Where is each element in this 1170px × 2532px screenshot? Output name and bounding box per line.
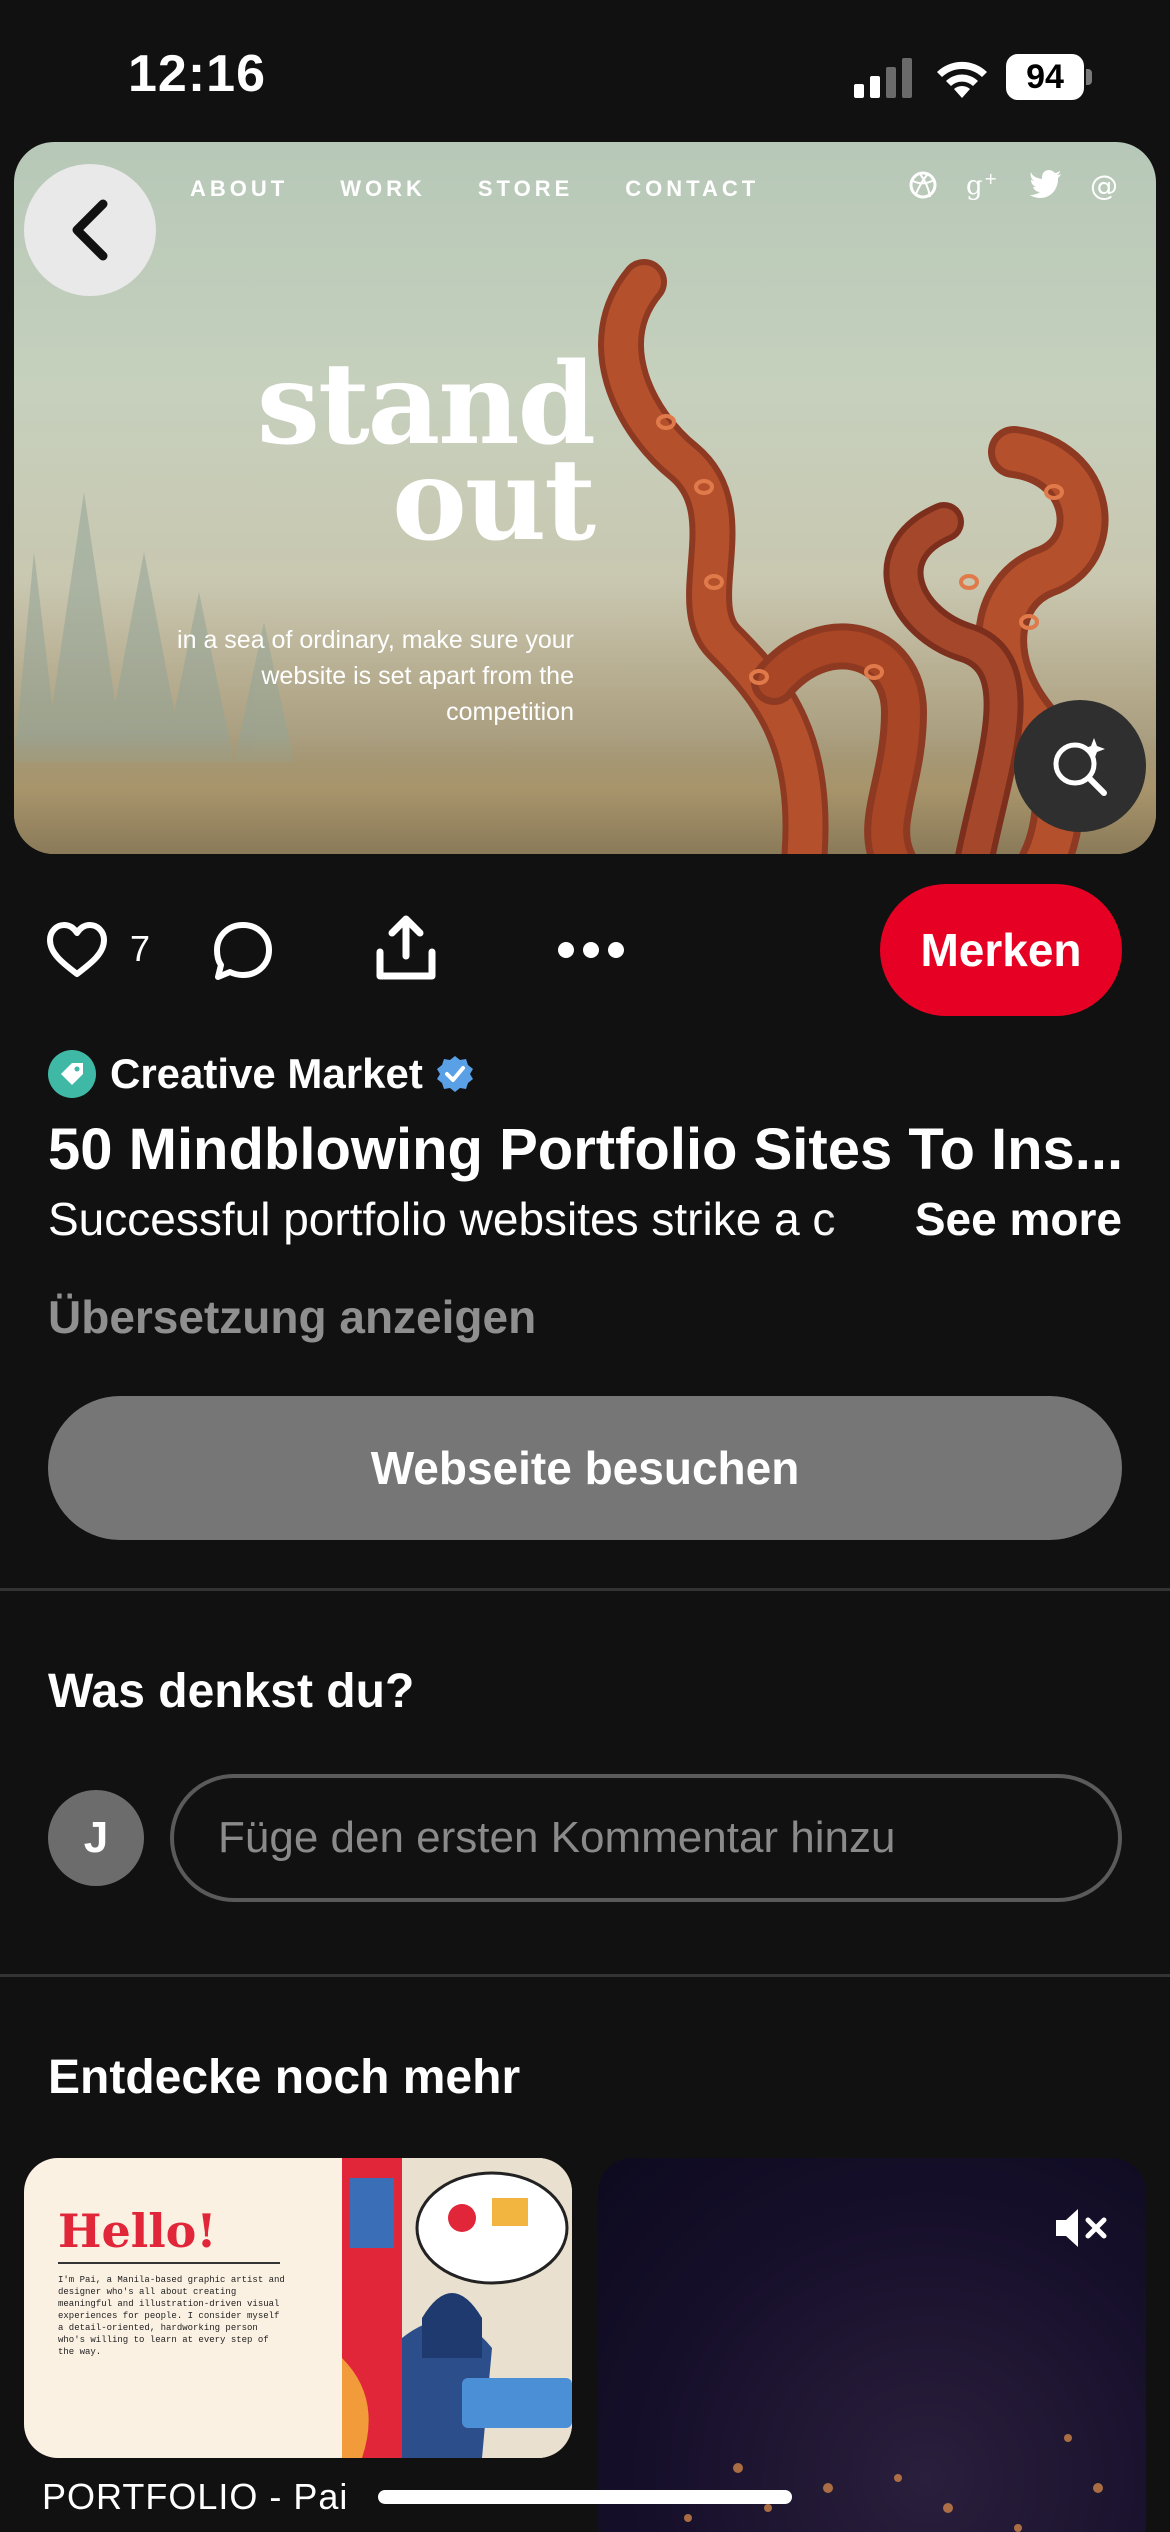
hero-nav-contact: CONTACT bbox=[625, 176, 760, 201]
chevron-left-icon bbox=[72, 199, 108, 261]
hero-social-icons: g + @ bbox=[908, 170, 1120, 200]
divider bbox=[0, 1588, 1170, 1591]
svg-text:+: + bbox=[984, 170, 997, 188]
pin-image[interactable]: ABOUT WORK STORE CONTACT g + @ stand out … bbox=[14, 142, 1156, 854]
card-divider bbox=[58, 2262, 280, 2264]
related-pin-title: PORTFOLIO - Pai bbox=[42, 2476, 349, 2517]
dribbble-icon bbox=[909, 171, 937, 199]
related-video-card[interactable] bbox=[598, 2158, 1146, 2532]
pin-detail-page: 12:16 94 ABOUT WORK STORE CONTACT g + @ … bbox=[0, 0, 1170, 2532]
wifi-icon bbox=[937, 61, 987, 98]
more-options-icon[interactable] bbox=[556, 940, 626, 960]
pin-source[interactable]: Creative Market bbox=[48, 1046, 475, 1102]
svg-text:g: g bbox=[966, 171, 983, 200]
tag-icon bbox=[61, 1063, 83, 1085]
source-avatar bbox=[48, 1050, 96, 1098]
pin-description: Successful portfolio websites strike a c bbox=[48, 1193, 836, 1245]
share-icon[interactable] bbox=[374, 914, 438, 982]
battery-icon: 94 bbox=[1006, 54, 1092, 100]
pin-actions: 7 Merken bbox=[0, 884, 1170, 1016]
card-hello-text: Hello! bbox=[58, 2204, 217, 2258]
hero-headline: stand out bbox=[154, 349, 596, 557]
pin-description-row: Successful portfolio websites strike a c… bbox=[48, 1192, 1122, 1256]
twitter-icon bbox=[1030, 170, 1061, 198]
heart-icon[interactable] bbox=[46, 922, 108, 978]
hero-nav-about: ABOUT bbox=[190, 176, 289, 201]
source-name: Creative Market bbox=[110, 1050, 423, 1097]
save-button[interactable]: Merken bbox=[880, 884, 1122, 1016]
comment-icon[interactable] bbox=[212, 920, 274, 982]
like-count: 7 bbox=[130, 928, 151, 969]
hero-nav: ABOUT WORK STORE CONTACT bbox=[190, 176, 759, 202]
muted-speaker-icon[interactable] bbox=[1052, 2204, 1110, 2252]
home-indicator bbox=[378, 2490, 792, 2504]
hero-subtext: in a sea of ordinary, make sure your web… bbox=[177, 626, 574, 726]
status-time: 12:16 bbox=[128, 45, 266, 103]
see-more-link[interactable]: See more bbox=[894, 1192, 1122, 1246]
visit-website-button[interactable]: Webseite besuchen bbox=[48, 1396, 1122, 1540]
illustration-artwork bbox=[342, 2158, 572, 2458]
visual-search-button[interactable] bbox=[1014, 700, 1146, 832]
battery-level: 94 bbox=[1006, 54, 1084, 100]
hero-nav-store: STORE bbox=[477, 176, 574, 201]
status-bar: 12:16 94 bbox=[0, 0, 1170, 140]
comments-heading: Was denkst du? bbox=[48, 1665, 415, 1718]
visual-search-icon bbox=[1053, 738, 1107, 796]
back-button[interactable] bbox=[24, 164, 156, 296]
discover-more-heading: Entdecke noch mehr bbox=[48, 2051, 521, 2104]
divider bbox=[0, 1974, 1170, 1977]
hero-nav-work: WORK bbox=[340, 176, 426, 201]
at-icon: @ bbox=[1090, 170, 1118, 200]
pin-title: 50 Mindblowing Portfolio Sites To Ins... bbox=[48, 1117, 1124, 1182]
user-avatar[interactable]: J bbox=[48, 1790, 144, 1886]
show-translation-link[interactable]: Übersetzung anzeigen bbox=[48, 1290, 536, 1344]
bokeh-lights bbox=[684, 2434, 1103, 2532]
related-pin-card[interactable]: Hello! I'm Pai, a Manila-based graphic a… bbox=[24, 2158, 572, 2458]
cellular-signal-icon bbox=[854, 58, 912, 98]
card-body-text: I'm Pai, a Manila-based graphic artist a… bbox=[58, 2275, 285, 2357]
verified-badge-icon bbox=[436, 1056, 473, 1092]
comment-input[interactable] bbox=[170, 1774, 1122, 1902]
svg-text:@: @ bbox=[1090, 170, 1118, 200]
google-plus-icon: g + bbox=[966, 170, 997, 200]
